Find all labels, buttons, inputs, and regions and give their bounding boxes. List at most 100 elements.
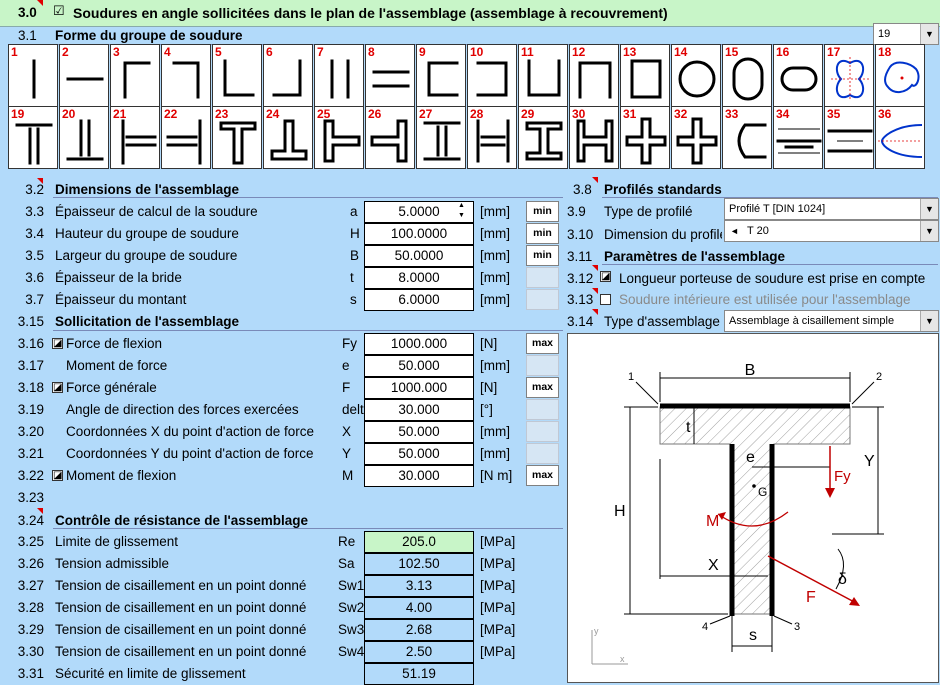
shape-tile-number: 27	[419, 107, 433, 121]
value-input[interactable]: 30.000	[364, 399, 474, 421]
chevron-down-icon: ▼	[920, 199, 938, 219]
value-input[interactable]: 100.0000	[364, 223, 474, 245]
shape-tile-27[interactable]: 27	[416, 106, 466, 169]
row-number: 3.24	[17, 513, 44, 528]
chevron-down-icon: ▼	[920, 24, 938, 44]
comment-marker	[592, 177, 598, 183]
enable-checkbox[interactable]: ☑	[53, 3, 65, 19]
value-text: 5.0000	[398, 204, 440, 219]
shape-tile-6[interactable]: 6	[263, 44, 313, 107]
shape-tile-11[interactable]: 11	[518, 44, 568, 107]
row-label: Limite de glissement	[55, 534, 179, 549]
toggle-checkbox[interactable]: ◪	[52, 382, 63, 393]
value-input[interactable]: 1000.000	[364, 377, 474, 399]
value-input[interactable]: 1000.000	[364, 333, 474, 355]
button-label: max	[531, 381, 553, 393]
value-input[interactable]: 8.0000	[364, 267, 474, 289]
shape-tile-13[interactable]: 13	[620, 44, 670, 107]
row-label: Tension de cisaillement en un point donn…	[55, 644, 307, 659]
shape-tile-7[interactable]: 7	[314, 44, 364, 107]
shape-tile-16[interactable]: 16	[773, 44, 823, 107]
spinner-arrows-icon[interactable]: ▲ ▼	[458, 201, 465, 221]
inner-weld-checkbox[interactable]	[600, 294, 611, 305]
shape-tile-9[interactable]: 9	[416, 44, 466, 107]
dim-label-B: B	[745, 362, 756, 379]
unit-label: [N]	[480, 380, 498, 395]
value-input[interactable]: 50.000	[364, 355, 474, 377]
value-input[interactable]: 6.0000	[364, 289, 474, 311]
shape-tile-21[interactable]: 21	[110, 106, 160, 169]
shape-tile-18[interactable]: 18	[875, 44, 925, 107]
profile-dimension-select[interactable]: ◄ T 20 ▼	[724, 220, 939, 242]
shape-tile-3[interactable]: 3	[110, 44, 160, 107]
row-symbol: Sw1	[338, 578, 365, 593]
shape-tile-8[interactable]: 8	[365, 44, 415, 107]
max-button[interactable]: max	[526, 333, 559, 354]
value-input[interactable]: 30.000	[364, 465, 474, 487]
shape-tile-29[interactable]: 29	[518, 106, 568, 169]
moment-label-M: M	[706, 513, 719, 530]
shape-tile-14[interactable]: 14	[671, 44, 721, 107]
shape-tile-25[interactable]: 25	[314, 106, 364, 169]
profile-type-select[interactable]: Profilé T [DIN 1024] ▼	[724, 198, 939, 220]
row-label: Tension admissible	[55, 556, 170, 571]
centroid-label-G: G	[758, 485, 767, 499]
shape-tile-26[interactable]: 26	[365, 106, 415, 169]
row-number: 3.30	[17, 644, 44, 659]
shape-tile-36[interactable]: 36	[875, 106, 925, 169]
shape-tile-34[interactable]: 34	[773, 106, 823, 169]
shape-number-select[interactable]: 19 ▼	[873, 23, 939, 45]
shape-tile-4[interactable]: 4	[161, 44, 211, 107]
value-text: 1000.000	[390, 380, 448, 395]
row-label: Coordonnées X du point d'action de force	[66, 424, 314, 439]
toggle-checkbox[interactable]: ◪	[52, 470, 63, 481]
dim-label-H: H	[614, 503, 626, 520]
shape-tile-32[interactable]: 32	[671, 106, 721, 169]
shape-tile-19[interactable]: 19	[8, 106, 58, 169]
row-number: 3.17	[17, 358, 44, 373]
shape-tile-20[interactable]: 20	[59, 106, 109, 169]
shape-tile-28[interactable]: 28	[467, 106, 517, 169]
weld-length-checkbox[interactable]: ◪	[600, 271, 611, 282]
shape-tile-12[interactable]: 12	[569, 44, 619, 107]
shape-tile-15[interactable]: 15	[722, 44, 772, 107]
value-input[interactable]: 50.000	[364, 443, 474, 465]
shape-tile-33[interactable]: 33	[722, 106, 772, 169]
toggle-checkbox[interactable]: ◪	[52, 338, 63, 349]
joint-type-select[interactable]: Assemblage à cisaillement simple ▼	[724, 310, 939, 332]
value-input[interactable]: 50.000	[364, 421, 474, 443]
shape-tile-24[interactable]: 24	[263, 106, 313, 169]
shape-tile-17[interactable]: 17	[824, 44, 874, 107]
shape-tile-5[interactable]: 5	[212, 44, 262, 107]
row-label: Épaisseur de la bride	[55, 270, 182, 285]
value-text: 51.19	[402, 666, 436, 681]
shape-tile-number: 15	[725, 45, 739, 59]
row-number: 3.15	[17, 314, 44, 329]
shape-tile-10[interactable]: 10	[467, 44, 517, 107]
row-number: 3.28	[17, 600, 44, 615]
max-button[interactable]: max	[526, 377, 559, 398]
max-button[interactable]: max	[526, 465, 559, 486]
row-symbol: F	[342, 380, 351, 395]
shape-tile-22[interactable]: 22	[161, 106, 211, 169]
shape-tile-number: 20	[62, 107, 76, 121]
shape-tile-30[interactable]: 30	[569, 106, 619, 169]
shape-tile-2[interactable]: 2	[59, 44, 109, 107]
row-label: Largeur du groupe de soudure	[55, 248, 238, 263]
shape-number-value: 19	[878, 28, 891, 40]
min-button[interactable]: min	[526, 201, 559, 222]
shape-tile-35[interactable]: 35	[824, 106, 874, 169]
value-input[interactable]: 50.0000	[364, 245, 474, 267]
min-button[interactable]: min	[526, 245, 559, 266]
row-symbol: Fy	[342, 336, 357, 351]
axis-label-y: y	[594, 626, 599, 636]
arrow-left-icon[interactable]: ◄	[730, 221, 739, 241]
row-number: 3.10	[567, 227, 594, 242]
shape-tile-number: 6	[266, 45, 273, 59]
row-symbol: B	[350, 248, 360, 263]
profile-dimension-value: T 20	[747, 225, 769, 237]
shape-tile-1[interactable]: 1	[8, 44, 58, 107]
min-button[interactable]: min	[526, 223, 559, 244]
shape-tile-23[interactable]: 23	[212, 106, 262, 169]
shape-tile-31[interactable]: 31	[620, 106, 670, 169]
